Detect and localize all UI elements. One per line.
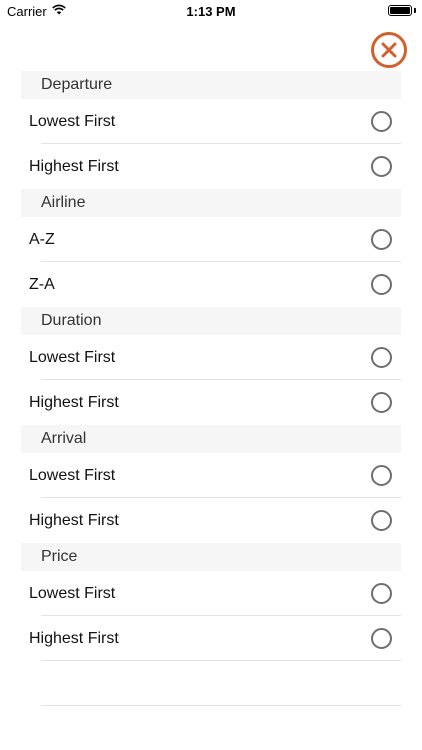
option-departure-highest-first[interactable]: Highest First	[21, 144, 401, 189]
section-header-airline: Airline	[21, 189, 401, 217]
option-price-lowest-first[interactable]: Lowest First	[21, 571, 401, 616]
section-title: Arrival	[41, 430, 87, 447]
section-title: Departure	[41, 76, 113, 93]
radio-button[interactable]	[371, 156, 392, 177]
option-label: Highest First	[29, 393, 119, 411]
option-label: Lowest First	[29, 112, 116, 130]
option-duration-highest-first[interactable]: Highest First	[21, 380, 401, 425]
close-icon	[381, 42, 397, 58]
section-title: Price	[41, 548, 78, 565]
option-airline-z-a[interactable]: Z-A	[21, 262, 401, 307]
radio-button[interactable]	[371, 111, 392, 132]
option-label: A-Z	[29, 230, 55, 248]
radio-button[interactable]	[371, 392, 392, 413]
section-header-arrival: Arrival	[21, 425, 401, 453]
footer-separator	[41, 705, 401, 706]
status-time: 1:13 PM	[186, 4, 236, 19]
section-header-departure: Departure	[21, 71, 401, 99]
option-duration-lowest-first[interactable]: Lowest First	[21, 335, 401, 380]
radio-button[interactable]	[371, 347, 392, 368]
option-label: Lowest First	[29, 466, 116, 484]
row-separator	[41, 660, 401, 661]
option-label: Highest First	[29, 157, 119, 175]
section-header-price: Price	[21, 543, 401, 571]
option-departure-lowest-first[interactable]: Lowest First	[21, 99, 401, 144]
option-label: Highest First	[29, 629, 119, 647]
section-header-duration: Duration	[21, 307, 401, 335]
option-label: Z-A	[29, 275, 55, 293]
battery-tip	[414, 8, 416, 13]
sort-options-list: Departure Lowest First Highest First Air…	[21, 71, 401, 661]
option-airline-a-z[interactable]: A-Z	[21, 217, 401, 262]
battery-icon	[388, 5, 412, 16]
option-arrival-highest-first[interactable]: Highest First	[21, 498, 401, 543]
option-label: Highest First	[29, 511, 119, 529]
option-label: Lowest First	[29, 584, 116, 602]
radio-button[interactable]	[371, 510, 392, 531]
radio-button[interactable]	[371, 274, 392, 295]
option-price-highest-first[interactable]: Highest First	[21, 616, 401, 661]
radio-button[interactable]	[371, 583, 392, 604]
option-arrival-lowest-first[interactable]: Lowest First	[21, 453, 401, 498]
status-bar: Carrier 1:13 PM	[0, 0, 422, 22]
radio-button[interactable]	[371, 465, 392, 486]
radio-button[interactable]	[371, 229, 392, 250]
close-button[interactable]	[371, 32, 407, 68]
option-label: Lowest First	[29, 348, 116, 366]
sort-options-screen: Carrier 1:13 PM Departure Lowest First H…	[0, 0, 422, 750]
section-title: Airline	[41, 194, 86, 211]
radio-button[interactable]	[371, 628, 392, 649]
section-title: Duration	[41, 312, 102, 329]
